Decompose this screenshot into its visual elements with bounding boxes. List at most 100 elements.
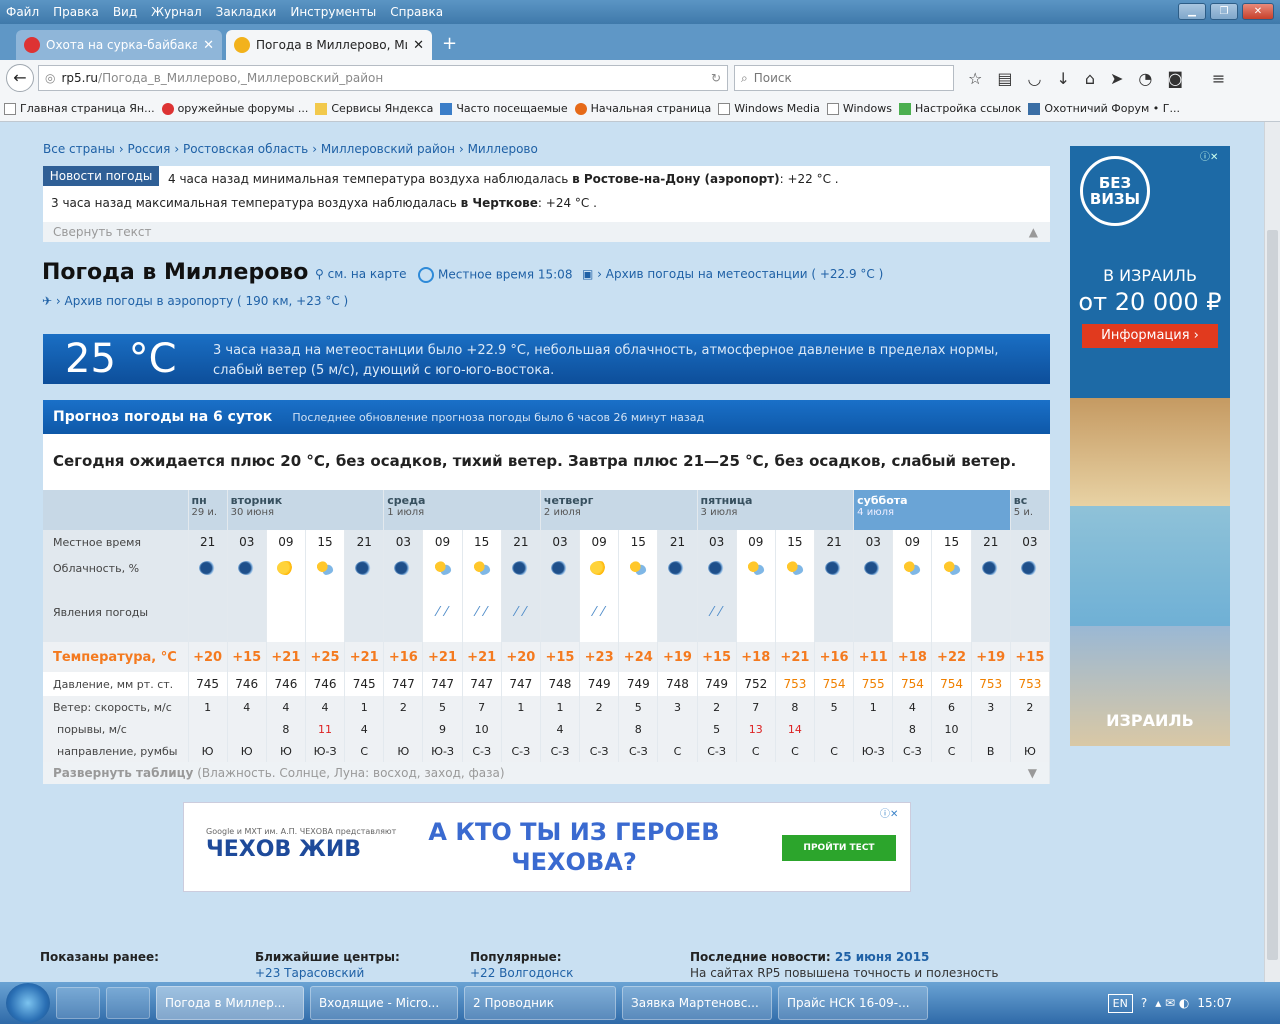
direction-cell: С xyxy=(775,740,816,762)
taskbar-excel-1[interactable]: Заявка Мартеновс... xyxy=(622,986,772,1020)
phenomena-cell xyxy=(227,582,267,642)
close-tab-icon[interactable]: ✕ xyxy=(203,38,214,53)
menu-edit[interactable]: Правка xyxy=(53,5,99,19)
day-header[interactable]: четверг 2 июля xyxy=(540,490,698,530)
day-header[interactable]: вторник 30 июня xyxy=(227,490,385,530)
bookmark-item[interactable]: Часто посещаемые xyxy=(440,102,568,115)
phenomena-cell xyxy=(266,582,306,642)
day-name: пятница xyxy=(700,494,753,507)
bookmark-item[interactable]: Windows Media xyxy=(718,102,820,115)
taskbar-explorer[interactable]: 2 Проводник xyxy=(464,986,616,1020)
system-tray: EN ? ▴ ✉ ◐ 15:07 xyxy=(1107,993,1280,1013)
close-window-button[interactable]: ✕ xyxy=(1242,3,1274,20)
bookmark-item[interactable]: Охотничий Форум • Г... xyxy=(1028,102,1180,115)
day-header[interactable]: пятница 3 июля xyxy=(697,490,855,530)
expand-table-row[interactable]: Развернуть таблицу (Влажность. Солнце, Л… xyxy=(43,762,1050,784)
quicklaunch-desktop-icon[interactable] xyxy=(106,987,150,1019)
back-button[interactable]: ← xyxy=(6,64,34,92)
reload-icon[interactable]: ↻ xyxy=(711,71,721,85)
breadcrumb-link[interactable]: Россия xyxy=(128,142,171,156)
direction-cell: С xyxy=(931,740,972,762)
menu-help[interactable]: Справка xyxy=(390,5,443,19)
bookmark-star-icon[interactable]: ☆ xyxy=(968,69,982,88)
tray-icons[interactable]: ▴ ✉ ◐ xyxy=(1155,996,1189,1010)
taskbar-excel-2[interactable]: Прайс НСК 16-09-... xyxy=(778,986,928,1020)
collapse-news-button[interactable]: Свернуть текст ▲ xyxy=(43,222,1050,242)
downloads-icon[interactable]: ↓ xyxy=(1056,69,1069,88)
taskbar-outlook[interactable]: Входящие - Micro... xyxy=(310,986,458,1020)
pressure-cell: 754 xyxy=(814,672,855,696)
bookmark-item[interactable]: Сервисы Яндекса xyxy=(315,102,433,115)
breadcrumb-link[interactable]: Ростовская область xyxy=(183,142,308,156)
phenomena-cell xyxy=(892,582,933,642)
menu-history[interactable]: Журнал xyxy=(151,5,202,19)
day-header[interactable]: суббота 4 июля xyxy=(853,490,1011,530)
pocket-icon[interactable]: ◡ xyxy=(1027,69,1041,88)
new-tab-icon[interactable]: + xyxy=(442,33,457,54)
clock[interactable]: 15:07 xyxy=(1197,996,1232,1010)
day-header[interactable]: вс 5 и. xyxy=(1010,490,1051,530)
night-cloud-icon xyxy=(237,561,256,576)
hamburger-menu-icon[interactable]: ≡ xyxy=(1212,69,1225,88)
bottom-advert[interactable]: Google и МХТ им. А.П. ЧЕХОВА представляю… xyxy=(183,802,911,892)
news-label[interactable]: Новости погоды xyxy=(43,166,159,186)
language-indicator[interactable]: EN xyxy=(1107,993,1133,1013)
phenomena-cell xyxy=(931,582,972,642)
ad-info-button[interactable]: Информация › xyxy=(1082,324,1218,348)
news-text[interactable]: На сайтах RP5 повышена точность и полезн… xyxy=(690,966,1040,982)
menu-view[interactable]: Вид xyxy=(113,5,137,19)
temperature-cell: +15 xyxy=(697,642,737,672)
search-input[interactable]: ⌕ Поиск xyxy=(734,65,954,91)
sync-icon[interactable]: ◔ xyxy=(1138,69,1152,88)
tab-hunting[interactable]: Охота на сурка-байбака с... ✕ xyxy=(16,30,222,60)
tab-strip: Охота на сурка-байбака с... ✕ Погода в М… xyxy=(0,24,1280,60)
home-icon[interactable]: ⌂ xyxy=(1085,69,1095,88)
site-info-icon[interactable]: ◎ xyxy=(45,71,55,85)
maximize-button[interactable]: ❐ xyxy=(1210,3,1238,20)
help-icon[interactable]: ? xyxy=(1141,996,1147,1010)
right-advert[interactable]: БЕЗ ВИЗЫ В ИЗРАИЛЬ от 20 000 ₽ Информаци… xyxy=(1070,146,1230,746)
menu-bookmarks[interactable]: Закладки xyxy=(216,5,277,19)
menu-file[interactable]: Файл xyxy=(6,5,39,19)
ad-close-icon[interactable]: ⓘ✕ xyxy=(1200,148,1218,163)
vertical-scrollbar[interactable] xyxy=(1264,122,1280,982)
ad-test-button[interactable]: ПРОЙТИ ТЕСТ xyxy=(782,835,896,861)
direction-cell: С-З xyxy=(618,740,659,762)
breadcrumb-link[interactable]: Миллерово xyxy=(468,142,538,156)
bookmark-item[interactable]: Windows xyxy=(826,102,892,115)
night-cloud-icon xyxy=(198,561,217,576)
station-archive-link[interactable]: ▣ › Архив погоды на метеостанции ( +22.9… xyxy=(582,267,883,281)
airport-archive-link[interactable]: ✈ › Архив погоды в аэропорту ( 190 км, +… xyxy=(42,294,348,308)
popular-link[interactable]: +22 Волгодонск xyxy=(470,966,573,980)
time-cell: 15 xyxy=(618,530,659,554)
gust-cell: 8 xyxy=(892,718,933,740)
wind-cell: 2 xyxy=(579,696,620,718)
tab-weather[interactable]: Погода в Миллерово, Ми... ✕ xyxy=(226,30,432,60)
ad-close-icon[interactable]: ⓘ✕ xyxy=(880,805,898,820)
menu-tools[interactable]: Инструменты xyxy=(290,5,376,19)
start-button[interactable] xyxy=(6,983,50,1023)
bookmark-item[interactable]: оружейные форумы ... xyxy=(161,102,308,115)
bookmark-item[interactable]: Настройка ссылок xyxy=(898,102,1021,115)
send-icon[interactable]: ➤ xyxy=(1110,69,1123,88)
minimize-button[interactable]: ▁ xyxy=(1178,3,1206,20)
chat-icon[interactable]: ◙ xyxy=(1167,69,1183,88)
scrollbar-thumb[interactable] xyxy=(1267,230,1278,960)
center-link[interactable]: +23 Тарасовский xyxy=(255,966,364,980)
quicklaunch-explorer-icon[interactable] xyxy=(56,987,100,1019)
day-header[interactable]: пн 29 и. xyxy=(188,490,228,530)
close-tab-icon[interactable]: ✕ xyxy=(413,38,424,53)
day-header[interactable]: среда 1 июля xyxy=(383,490,541,530)
bookmark-item[interactable]: Начальная страница xyxy=(574,102,711,115)
bookmark-item[interactable]: Главная страница Ян... xyxy=(4,102,155,115)
gust-cell: 9 xyxy=(422,718,463,740)
pressure-row: Давление, мм рт. ст. 745 746 746 746 745 747 74… xyxy=(43,672,1051,696)
time-cell: 21 xyxy=(814,530,855,554)
breadcrumb-link[interactable]: Все страны xyxy=(43,142,115,156)
reading-list-icon[interactable]: ▤ xyxy=(997,69,1012,88)
map-link[interactable]: ⚲ см. на карте xyxy=(315,267,407,281)
taskbar-firefox[interactable]: Погода в Миллер... xyxy=(156,986,304,1020)
phenomena-cell xyxy=(344,582,385,642)
breadcrumb-link[interactable]: Миллеровский район xyxy=(321,142,455,156)
url-bar[interactable]: ◎ rp5.ru /Погода_в_Миллерово,_Миллеровск… xyxy=(38,65,728,91)
